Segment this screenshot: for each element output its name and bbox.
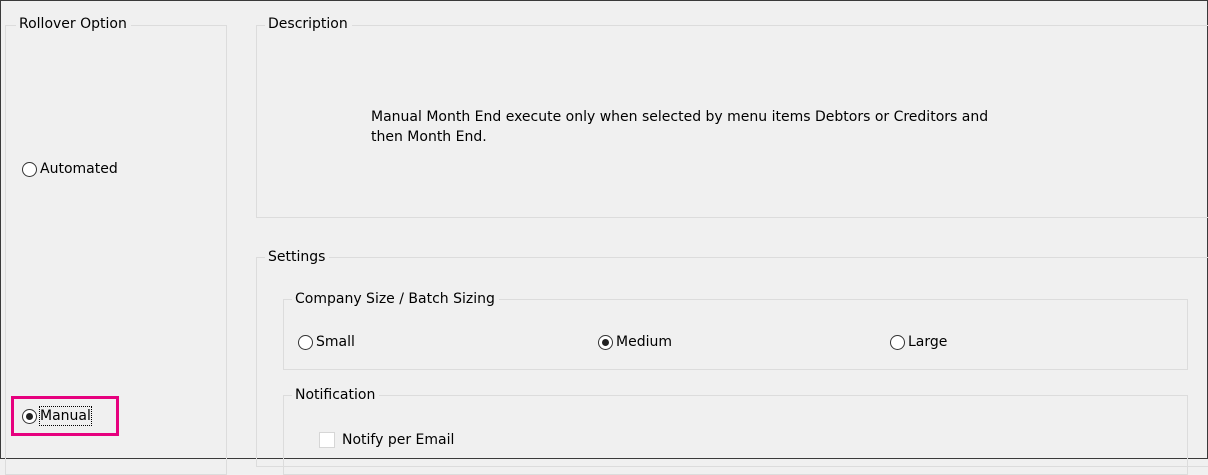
small-radio[interactable]: Small bbox=[298, 333, 355, 351]
medium-radio[interactable]: Medium bbox=[598, 333, 672, 351]
company-size-group bbox=[283, 299, 1188, 370]
company-size-legend: Company Size / Batch Sizing bbox=[292, 290, 499, 308]
small-radio-label: Small bbox=[316, 334, 355, 350]
automated-radio-circle[interactable] bbox=[22, 161, 37, 177]
dialog-frame: Rollover Option Automated Manual Descrip… bbox=[0, 0, 1208, 475]
automated-radio[interactable]: Automated bbox=[22, 160, 118, 178]
description-text: Manual Month End execute only when selec… bbox=[371, 107, 1111, 147]
automated-radio-label: Automated bbox=[40, 161, 118, 177]
description-text-line2: then Month End. bbox=[371, 129, 487, 145]
medium-radio-label: Medium bbox=[616, 334, 672, 350]
small-radio-circle[interactable] bbox=[298, 334, 313, 350]
description-legend: Description bbox=[265, 15, 352, 33]
description-text-line1: Manual Month End execute only when selec… bbox=[371, 109, 989, 125]
large-radio[interactable]: Large bbox=[890, 333, 947, 351]
medium-radio-circle[interactable] bbox=[598, 334, 613, 350]
settings-legend: Settings bbox=[265, 248, 330, 266]
notify-email-checkbox[interactable]: Notify per Email bbox=[319, 431, 454, 449]
notify-email-checkbox-box[interactable] bbox=[319, 432, 335, 448]
manual-highlight-box bbox=[11, 396, 119, 436]
large-radio-label: Large bbox=[908, 334, 948, 350]
large-radio-circle[interactable] bbox=[890, 334, 905, 350]
notification-legend: Notification bbox=[292, 386, 380, 404]
notify-email-label: Notify per Email bbox=[342, 432, 455, 448]
rollover-option-legend: Rollover Option bbox=[16, 15, 131, 33]
